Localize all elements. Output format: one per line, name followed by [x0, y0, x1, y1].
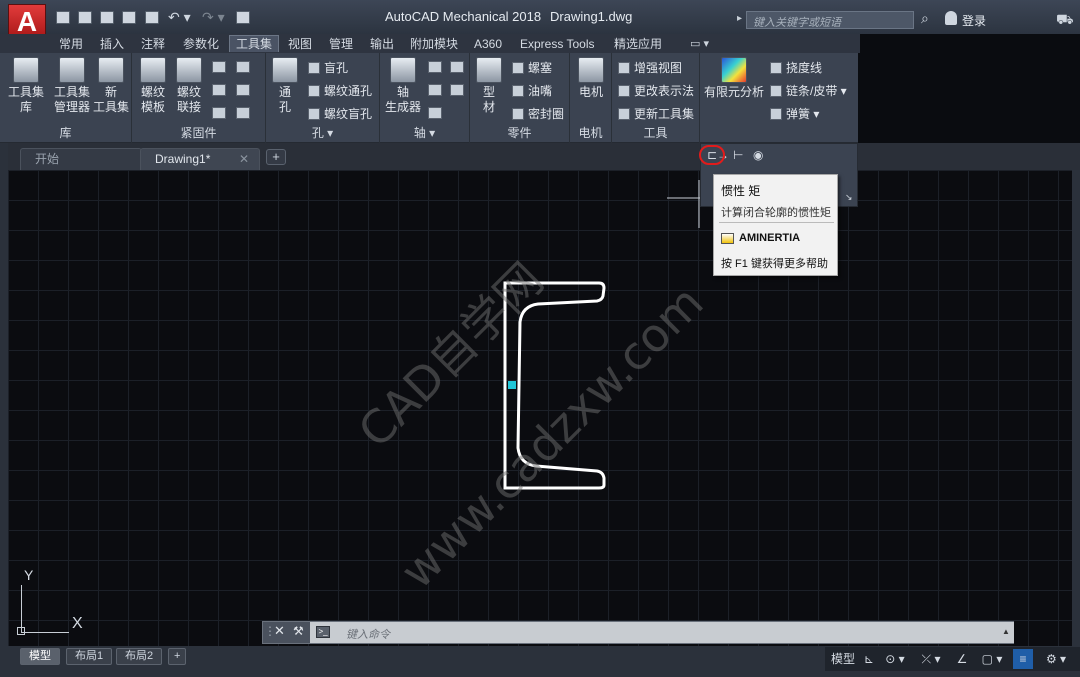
ucs-origin — [17, 627, 25, 635]
tooltip: 惯性 矩 计算闭合轮廓的惯性矩 AMINERTIA 按 F1 键获得更多帮助 — [713, 174, 838, 276]
object-snap-icon[interactable]: ▢ ▾ — [977, 649, 1007, 669]
tab-model[interactable]: 模型 — [20, 648, 60, 665]
tooltip-title: 惯性 矩 — [721, 184, 761, 198]
tooltip-divider — [719, 222, 834, 223]
tooltip-description: 计算闭合轮廓的惯性矩 — [721, 207, 831, 219]
grip-point[interactable] — [508, 381, 516, 389]
add-layout-button[interactable]: + — [168, 648, 187, 665]
ucs-y-axis — [21, 585, 22, 633]
channel-section-drawing — [503, 180, 700, 490]
tooltip-help: 按 F1 键获得更多帮助 — [721, 258, 828, 270]
model-space-button[interactable]: 模型 — [829, 649, 857, 669]
ucs-x-axis — [21, 632, 69, 633]
highlight-circle — [699, 145, 725, 165]
command-icon — [721, 233, 734, 244]
command-input[interactable]: 键入命令 — [310, 622, 1014, 643]
ortho-icon[interactable]: ⤫ ▾ — [917, 649, 945, 669]
polar-icon[interactable]: ∠ — [953, 649, 971, 669]
command-history-arrow-icon[interactable]: ▲ — [1002, 627, 1010, 636]
lineweight-icon[interactable]: ≡ — [1013, 649, 1033, 669]
settings-icon[interactable]: ⚙ ▾ — [1041, 649, 1071, 669]
tooltip-command: AMINERTIA — [739, 232, 801, 244]
panel-launcher-icon[interactable]: ↘ — [845, 192, 853, 203]
close-icon[interactable]: ✕ — [274, 623, 285, 639]
command-prompt-icon[interactable]: >_ — [316, 626, 330, 638]
status-tools: 模型 ⊾ ⊙ ▾ ⤫ ▾ ∠ ▢ ▾ ≡ ⚙ ▾ — [825, 647, 1080, 671]
eye-icon[interactable]: ◉ — [753, 148, 763, 162]
deflection-icon[interactable]: ⊢ — [733, 148, 743, 162]
tab-layout1[interactable]: 布局1 — [66, 648, 113, 665]
ucs-y-label: Y — [24, 567, 34, 583]
autocad-window: AM ↶ ▾ ↷ ▾ AutoCAD Mechanical 2018 Drawi… — [0, 0, 1080, 677]
wrench-icon[interactable]: ⚒ — [293, 624, 304, 638]
tab-layout2[interactable]: 布局2 — [116, 648, 163, 665]
ucs-x-label: X — [72, 615, 83, 632]
grid-icon[interactable]: ⊾ — [861, 649, 877, 669]
snap-icon[interactable]: ⊙ ▾ — [881, 649, 909, 669]
